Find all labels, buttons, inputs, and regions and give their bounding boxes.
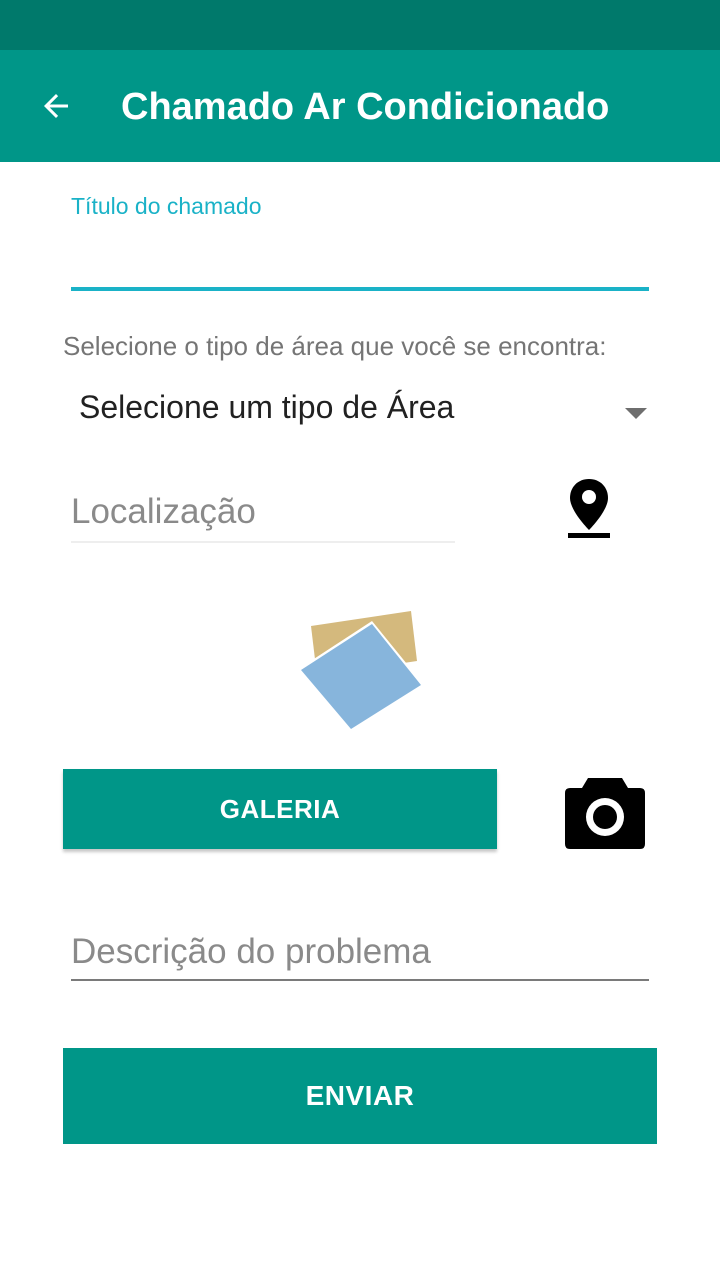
app-bar: Chamado Ar Condicionado [0,50,720,162]
status-bar [0,0,720,50]
area-type-selected: Selecione um tipo de Área [79,389,455,425]
location-pin-icon [568,479,610,538]
camera-button[interactable] [562,772,648,852]
dropdown-arrow-icon [625,408,647,419]
arrow-back-icon [44,94,68,118]
submit-button[interactable]: ENVIAR [63,1048,657,1144]
location-button[interactable] [560,474,618,544]
location-input[interactable] [71,486,455,538]
title-input-underline [71,287,649,291]
gallery-button[interactable]: GALERIA [63,769,497,849]
description-input-underline [71,979,649,981]
photos-placeholder-icon [300,608,428,736]
location-input-underline [71,541,455,543]
back-button[interactable] [30,80,82,132]
title-input[interactable] [71,224,649,284]
area-type-dropdown[interactable]: Selecione um tipo de Área [63,378,657,438]
area-type-prompt: Selecione o tipo de área que você se enc… [63,331,607,361]
page-title: Chamado Ar Condicionado [121,86,610,128]
description-input[interactable] [71,926,649,978]
title-field-label: Título do chamado [71,193,262,219]
camera-icon [565,778,645,849]
